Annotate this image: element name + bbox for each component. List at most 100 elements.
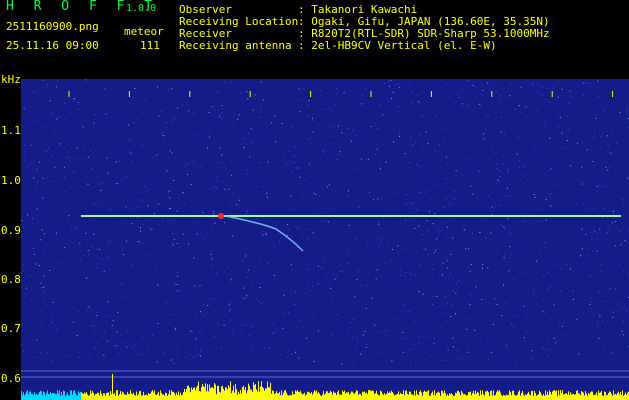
noise-pixel bbox=[312, 232, 314, 234]
baseline-bar bbox=[41, 391, 42, 400]
baseline-bar bbox=[475, 390, 476, 400]
noise-pixel bbox=[511, 253, 513, 255]
noise-pixel bbox=[40, 287, 42, 289]
noise-pixel bbox=[151, 228, 153, 230]
noise-pixel bbox=[349, 322, 351, 324]
antenna-label: Receiving antenna bbox=[179, 39, 292, 52]
noise-pixel bbox=[507, 172, 509, 174]
noise-pixel bbox=[523, 163, 525, 165]
noise-pixel bbox=[209, 127, 211, 129]
noise-pixel bbox=[209, 324, 211, 326]
noise-pixel bbox=[356, 337, 358, 339]
noise-pixel bbox=[408, 210, 410, 212]
baseline-bar bbox=[173, 392, 174, 400]
baseline-bar bbox=[63, 390, 64, 400]
noise-pixel bbox=[408, 162, 410, 164]
noise-pixel bbox=[605, 250, 607, 252]
noise-pixel bbox=[609, 288, 611, 290]
noise-pixel bbox=[259, 287, 261, 288]
noise-pixel bbox=[609, 166, 611, 168]
baseline-bar bbox=[555, 391, 556, 400]
noise-pixel bbox=[399, 86, 401, 88]
baseline-bar bbox=[311, 392, 312, 400]
noise-pixel bbox=[388, 272, 389, 274]
noise-pixel bbox=[455, 283, 457, 285]
noise-pixel bbox=[292, 172, 294, 174]
noise-pixel bbox=[626, 111, 628, 113]
noise-pixel bbox=[327, 162, 329, 164]
noise-pixel bbox=[466, 328, 468, 330]
noise-pixel bbox=[66, 144, 68, 146]
noise-pixel bbox=[271, 218, 273, 220]
baseline-bar bbox=[96, 393, 97, 400]
noise-pixel bbox=[544, 126, 546, 127]
noise-pixel bbox=[252, 109, 254, 111]
noise-pixel bbox=[321, 220, 323, 222]
noise-pixel bbox=[72, 194, 74, 196]
noise-pixel bbox=[281, 123, 283, 124]
baseline-bar bbox=[181, 395, 182, 400]
noise-pixel bbox=[77, 311, 79, 313]
noise-pixel bbox=[152, 156, 154, 158]
noise-pixel bbox=[352, 319, 354, 321]
baseline-bar bbox=[505, 395, 506, 400]
baseline-bar bbox=[84, 392, 85, 400]
baseline-bar bbox=[128, 393, 129, 400]
baseline-bar bbox=[95, 393, 96, 400]
noise-pixel bbox=[501, 315, 503, 317]
noise-pixel bbox=[510, 82, 512, 84]
baseline-bar bbox=[368, 390, 369, 400]
noise-pixel bbox=[47, 84, 48, 86]
baseline-bar bbox=[67, 392, 68, 400]
noise-pixel bbox=[436, 238, 438, 240]
noise-pixel bbox=[419, 343, 421, 345]
noise-pixel bbox=[230, 302, 232, 304]
noise-pixel bbox=[369, 192, 371, 194]
noise-pixel bbox=[251, 346, 253, 348]
noise-pixel bbox=[307, 287, 308, 289]
baseline-bar bbox=[26, 391, 27, 400]
noise-pixel bbox=[122, 123, 124, 125]
noise-pixel bbox=[59, 179, 61, 180]
noise-pixel bbox=[55, 86, 57, 88]
noise-pixel bbox=[226, 101, 228, 102]
baseline-bar bbox=[325, 393, 326, 400]
noise-pixel bbox=[81, 198, 83, 200]
noise-pixel bbox=[472, 193, 474, 195]
noise-pixel bbox=[502, 163, 504, 165]
noise-pixel bbox=[199, 285, 201, 287]
noise-pixel bbox=[335, 159, 337, 161]
noise-pixel bbox=[333, 90, 335, 92]
noise-pixel bbox=[498, 102, 500, 104]
noise-pixel bbox=[409, 349, 411, 351]
baseline-bar bbox=[212, 387, 213, 400]
noise-pixel bbox=[166, 302, 168, 304]
baseline-bar bbox=[434, 390, 435, 400]
noise-pixel bbox=[321, 211, 323, 212]
baseline-bar bbox=[156, 394, 157, 400]
noise-pixel bbox=[359, 240, 360, 242]
noise-pixel bbox=[546, 94, 548, 96]
noise-pixel bbox=[474, 86, 476, 88]
baseline-bar bbox=[517, 394, 518, 400]
baseline-bar bbox=[527, 393, 528, 400]
noise-pixel bbox=[416, 287, 418, 289]
noise-pixel bbox=[90, 150, 92, 152]
baseline-bar bbox=[305, 395, 306, 400]
noise-pixel bbox=[534, 148, 535, 150]
noise-pixel bbox=[375, 278, 377, 280]
noise-pixel bbox=[550, 319, 552, 321]
noise-pixel bbox=[262, 230, 264, 232]
baseline-bar bbox=[616, 394, 617, 400]
baseline-bar bbox=[344, 390, 345, 400]
noise-pixel bbox=[198, 353, 199, 355]
noise-pixel bbox=[36, 339, 38, 341]
noise-pixel bbox=[544, 246, 546, 248]
noise-pixel bbox=[611, 352, 613, 354]
noise-pixel bbox=[265, 142, 267, 144]
noise-pixel bbox=[528, 223, 530, 224]
noise-pixel bbox=[30, 144, 32, 146]
noise-pixel bbox=[452, 279, 454, 281]
noise-pixel bbox=[21, 343, 23, 345]
baseline-bar bbox=[246, 393, 247, 400]
